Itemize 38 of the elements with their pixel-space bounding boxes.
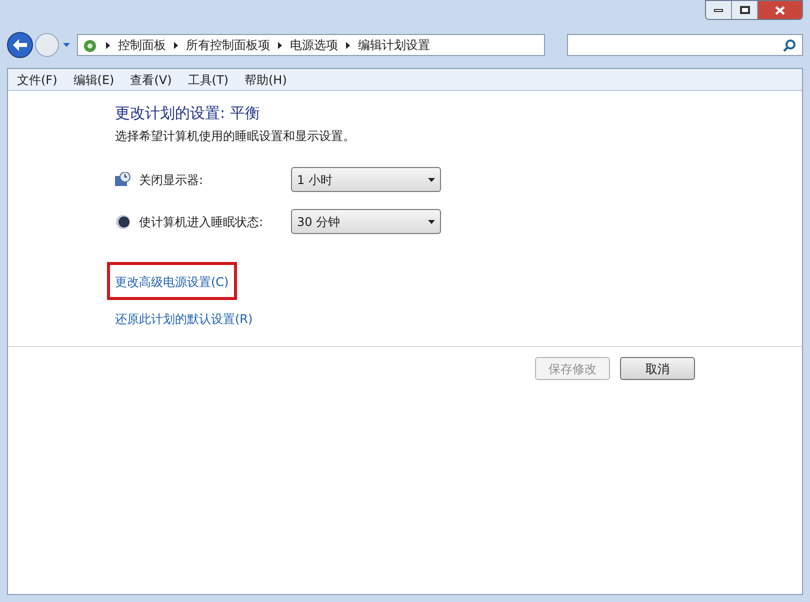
chevron-icon: [106, 42, 110, 48]
close-icon: [775, 6, 785, 14]
breadcrumb-item[interactable]: 电源选项: [290, 36, 338, 54]
moon-icon: [115, 214, 131, 230]
menu-item[interactable]: 编辑(E): [67, 70, 120, 88]
caret-icon: [428, 220, 435, 224]
link[interactable]: 更改高级电源设置(C): [115, 275, 229, 289]
breadcrumb-item[interactable]: 控制面板: [118, 36, 166, 54]
control-panel-icon: [82, 37, 98, 53]
history-dropdown[interactable]: [61, 43, 71, 47]
menu-item[interactable]: 工具(T): [182, 70, 234, 88]
caret-icon: [62, 43, 70, 47]
address-bar[interactable]: 控制面板 所有控制面板项 电源选项 编辑计划设置: [77, 34, 545, 56]
breadcrumb-item[interactable]: 所有控制面板项: [186, 36, 270, 54]
chevron-icon: [346, 42, 350, 48]
close-button[interactable]: [758, 1, 802, 19]
menu-item[interactable]: 查看(V): [124, 70, 178, 88]
chevron-icon: [174, 42, 178, 48]
dropdown[interactable]: 30 分钟: [291, 209, 441, 234]
back-arrow-icon: [13, 39, 27, 51]
monitor-clock-icon: [115, 172, 131, 188]
setting-label: 关闭显示器:: [139, 172, 204, 188]
search-field[interactable]: [567, 34, 803, 56]
description-text: 选择希望计算机使用的睡眠设置和显示设置。: [115, 128, 356, 145]
menu-item[interactable]: 文件(F): [11, 70, 64, 88]
dialog-button[interactable]: 取消: [620, 357, 695, 380]
caret-icon: [428, 178, 435, 182]
breadcrumb-item[interactable]: 编辑计划设置: [358, 36, 430, 54]
chevron-icon: [278, 42, 282, 48]
maximize-button[interactable]: [732, 1, 758, 19]
minimize-button[interactable]: [706, 1, 732, 19]
back-button[interactable]: [7, 32, 33, 58]
dropdown[interactable]: 1 小时: [291, 167, 441, 192]
page-heading: 更改计划的设置: 平衡: [115, 103, 261, 124]
search-icon: [783, 38, 796, 52]
menu-item[interactable]: 帮助(H): [238, 70, 293, 88]
setting-label: 使计算机进入睡眠状态:: [139, 214, 264, 230]
link[interactable]: 还原此计划的默认设置(R): [115, 312, 253, 326]
